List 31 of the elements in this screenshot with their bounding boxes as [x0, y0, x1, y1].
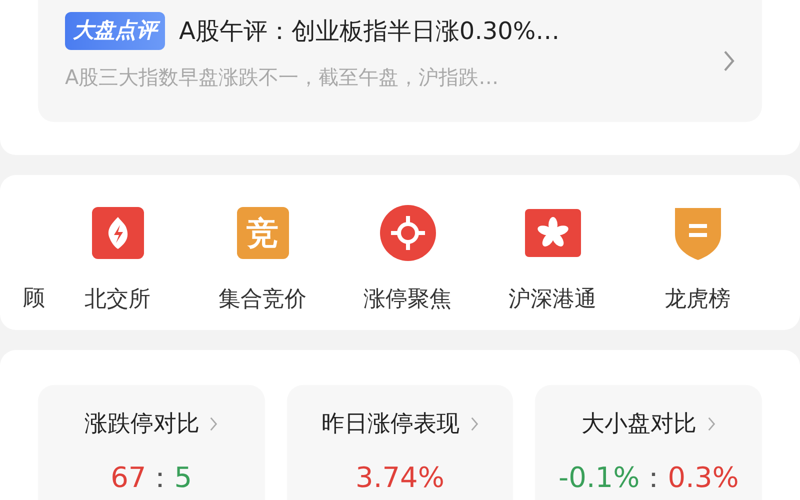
news-summary: A股三大指数早盘涨跌不一，截至午盘，沪指跌…: [65, 64, 500, 91]
auction-icon: 竞: [236, 207, 288, 259]
stat-value: 67: [110, 464, 146, 492]
stat-card[interactable]: 涨跌停对比 67：5: [38, 385, 265, 500]
news-title: A股午评：创业板指半日涨0.30%…: [179, 16, 560, 47]
chevron-right-icon: [470, 416, 478, 432]
shortcut-item[interactable]: 龙虎榜: [625, 203, 770, 316]
shortcut-label[interactable]: 顾: [0, 282, 45, 315]
chevron-right-icon: [209, 416, 218, 432]
stat-card[interactable]: 昨日涨停表现 3.74%: [286, 385, 514, 500]
news-card[interactable]: 大盘点评 A股午评：创业板指半日涨0.30%… A股三大指数早盘涨跌不一，截至午盘，沪指跌…: [38, 0, 762, 122]
target-icon: [380, 205, 436, 261]
shortcut-item[interactable]: 沪深港通: [480, 203, 625, 316]
stat-value: ：: [640, 464, 668, 492]
news-badge: 大盘点评: [65, 12, 165, 50]
shortcut-item[interactable]: 竞 集合竞价: [190, 203, 335, 316]
stat-value: 3.74%: [356, 464, 444, 492]
stat-value: 5: [174, 464, 192, 492]
stat-title: 昨日涨停表现: [322, 410, 460, 439]
shortcut-item[interactable]: 北交所: [45, 203, 190, 316]
stat-title: 大小盘对比: [582, 410, 697, 439]
chevron-right-icon: [722, 49, 736, 73]
flower-flag-icon: [524, 209, 580, 257]
stat-value: -0.1%: [558, 464, 640, 492]
flame-bolt-icon: [92, 207, 144, 259]
stat-title: 涨跌停对比: [84, 410, 200, 439]
shortcut-item[interactable]: 涨停聚焦: [335, 203, 480, 316]
stat-value: ：: [146, 464, 174, 492]
stat-value: 0.3%: [668, 464, 739, 492]
stat-card[interactable]: 大小盘对比 -0.1%：0.3%: [535, 385, 762, 500]
chevron-right-icon: [706, 416, 716, 432]
